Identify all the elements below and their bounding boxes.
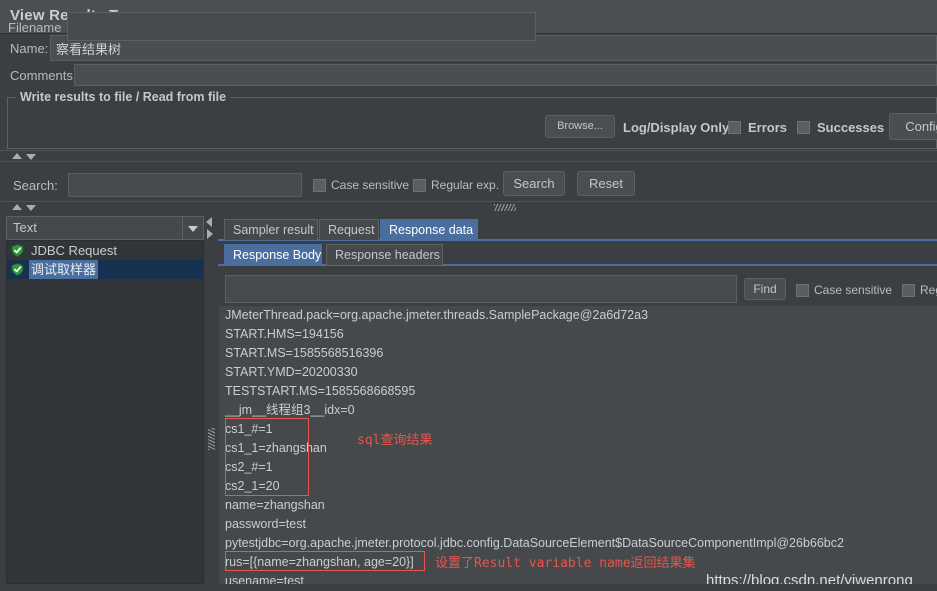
search-case-sensitive-label: Case sensitive bbox=[331, 178, 410, 192]
splitter-vertical-collapse-right-icon[interactable] bbox=[207, 229, 213, 239]
comments-label: Comments: bbox=[10, 68, 77, 83]
splitter-middle-expand-down-icon[interactable] bbox=[26, 205, 36, 211]
search-button[interactable]: Search bbox=[503, 171, 565, 196]
response-line: pytestjdbc=org.apache.jmeter.protocol.jd… bbox=[225, 536, 844, 550]
render-as-combo[interactable]: Text bbox=[6, 216, 204, 240]
errors-label: Errors bbox=[748, 120, 788, 135]
response-line: cs1_#=1 bbox=[225, 422, 273, 436]
splitter-top-expand-up-icon[interactable] bbox=[12, 153, 22, 159]
list-item[interactable]: 调试取样器 bbox=[7, 260, 203, 279]
result-variable-annotation: 设置了Result variable name返回结果集 bbox=[435, 556, 696, 571]
find-regex-label: Regul bbox=[920, 283, 937, 297]
render-as-combo-button[interactable] bbox=[182, 217, 203, 239]
response-line: cs2_1=20 bbox=[225, 479, 280, 493]
tab-sampler-result[interactable]: Sampler result bbox=[224, 219, 318, 240]
splitter-middle-expand-up-icon[interactable] bbox=[12, 204, 22, 210]
find-case-sensitive-checkbox[interactable] bbox=[796, 284, 809, 297]
response-line: __jm__线程组3__idx=0 bbox=[225, 403, 355, 417]
response-body-text[interactable]: JMeterThread.pack=org.apache.jmeter.thre… bbox=[219, 306, 937, 591]
search-label: Search: bbox=[13, 178, 58, 193]
bottom-filler bbox=[0, 584, 937, 591]
response-line: JMeterThread.pack=org.apache.jmeter.thre… bbox=[225, 308, 649, 322]
sql-result-annotation: sql查询结果 bbox=[357, 433, 433, 448]
tab-response-headers[interactable]: Response headers bbox=[326, 244, 443, 265]
list-item-label: JDBC Request bbox=[31, 243, 117, 258]
splitter-vertical-collapse-left-icon[interactable] bbox=[206, 217, 212, 227]
response-line: cs2_#=1 bbox=[225, 460, 273, 474]
browse-button[interactable]: Browse... bbox=[545, 115, 615, 138]
log-display-only-label: Log/Display Only: bbox=[623, 120, 734, 135]
response-line: TESTSTART.MS=1585568668595 bbox=[225, 384, 416, 398]
response-line: password=test bbox=[225, 517, 306, 531]
results-tree[interactable]: JDBC Request 调试取样器 bbox=[6, 240, 204, 584]
response-line: START.MS=1585568516396 bbox=[225, 346, 384, 360]
search-regex-checkbox[interactable] bbox=[413, 179, 426, 192]
response-line: START.YMD=20200330 bbox=[225, 365, 358, 379]
splitter-top-expand-down-icon[interactable] bbox=[26, 154, 36, 160]
comments-row: Comments: bbox=[0, 64, 937, 88]
tab-response-data[interactable]: Response data bbox=[380, 219, 478, 240]
list-item[interactable]: JDBC Request bbox=[7, 241, 203, 260]
filename-label: Filename bbox=[8, 20, 62, 35]
splitter-middle[interactable] bbox=[0, 201, 937, 213]
name-label: Name: bbox=[10, 41, 49, 56]
secondary-tabstrip: Response Body Response headers bbox=[218, 244, 937, 266]
splitter-vertical[interactable] bbox=[204, 216, 218, 591]
successes-checkbox[interactable] bbox=[797, 121, 810, 134]
tab-request[interactable]: Request bbox=[319, 219, 379, 240]
primary-tabstrip: Sampler result Request Response data bbox=[218, 219, 937, 241]
successes-label: Successes bbox=[817, 120, 885, 135]
response-line: START.HMS=194156 bbox=[225, 327, 344, 341]
list-item-label: 调试取样器 bbox=[29, 260, 99, 279]
search-case-sensitive-checkbox[interactable] bbox=[313, 179, 326, 192]
errors-checkbox[interactable] bbox=[728, 121, 741, 134]
tab-response-body[interactable]: Response Body bbox=[224, 244, 322, 265]
response-line: name=zhangshan bbox=[225, 498, 325, 512]
splitter-vertical-grip[interactable] bbox=[208, 428, 215, 450]
configure-button[interactable]: Config bbox=[889, 113, 937, 140]
find-button[interactable]: Find bbox=[744, 278, 786, 300]
search-bar: Search: Case sensitive Regular exp. bbox=[0, 161, 937, 202]
search-input[interactable] bbox=[68, 173, 302, 197]
render-as-combo-value: Text bbox=[13, 220, 37, 235]
find-case-sensitive-label: Case sensitive bbox=[814, 283, 893, 297]
view-results-tree-window: View Results Tree Name: 察看结果树 Comments: … bbox=[0, 0, 937, 591]
chevron-down-icon bbox=[188, 226, 198, 232]
splitter-middle-grip[interactable] bbox=[494, 204, 516, 211]
find-bar: Find Case sensitive Regul bbox=[218, 272, 937, 306]
filename-input[interactable] bbox=[67, 12, 536, 41]
comments-input[interactable] bbox=[74, 64, 937, 86]
success-shield-icon bbox=[11, 263, 24, 276]
response-line: cs1_1=zhangshan bbox=[225, 441, 327, 455]
write-results-group-title: Write results to file / Read from file bbox=[16, 90, 231, 104]
find-regex-checkbox[interactable] bbox=[902, 284, 915, 297]
success-shield-icon bbox=[11, 244, 24, 257]
response-pane: Sampler result Request Response data Res… bbox=[218, 216, 937, 591]
reset-button[interactable]: Reset bbox=[577, 171, 635, 196]
find-input[interactable] bbox=[225, 275, 737, 303]
search-regex-label: Regular exp. bbox=[431, 178, 500, 192]
